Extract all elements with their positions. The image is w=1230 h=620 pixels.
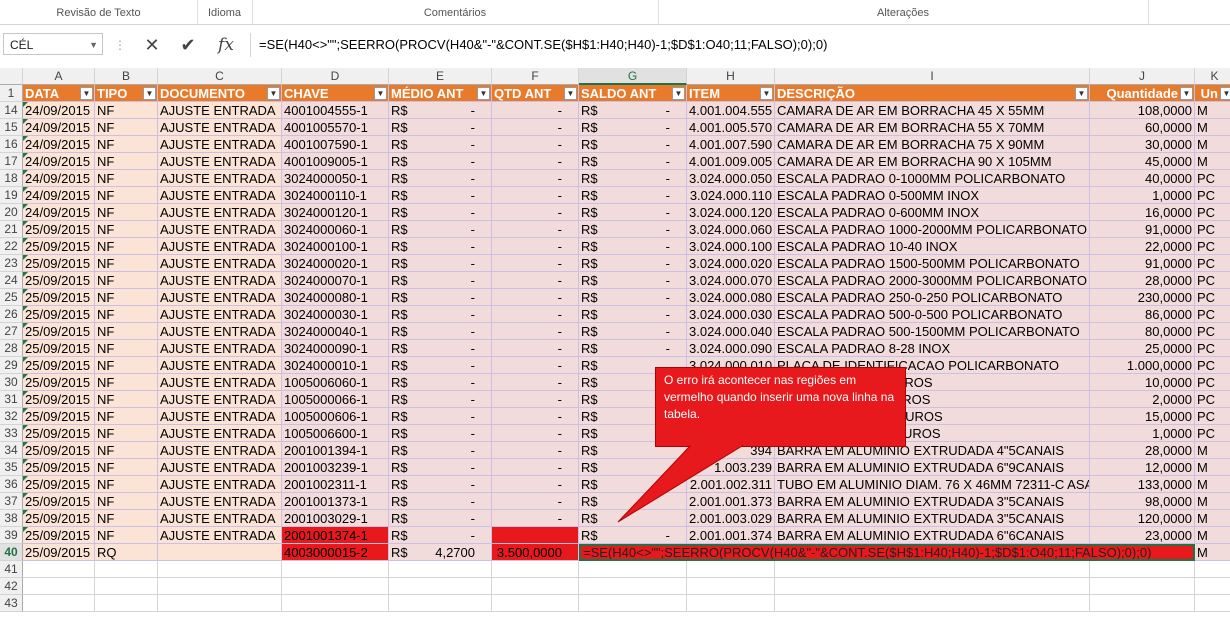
callout-pointer-shape bbox=[617, 445, 744, 523]
callout-pointer bbox=[617, 445, 744, 523]
